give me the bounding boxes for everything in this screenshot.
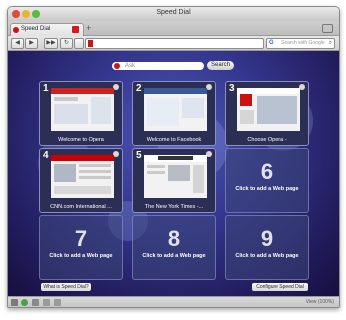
tile-label: Welcome to Facebook [146, 137, 202, 143]
unite-icon[interactable] [32, 299, 39, 306]
turbo-icon[interactable] [21, 299, 28, 306]
tile-number: 7 [74, 226, 88, 251]
title-bar: Speed Dial [8, 7, 339, 21]
tile-label: The New York Times -... [144, 204, 204, 210]
home-button[interactable] [74, 38, 84, 49]
search-field[interactable]: G Search with Google ⌕ [266, 38, 335, 49]
window-title: Speed Dial [156, 9, 191, 16]
speed-dial-tile-2[interactable]: 2 Welcome to Facebook [132, 81, 216, 146]
browser-window: Speed Dial Speed Dial + ◀ ▶ ▶▶ ↻ G Searc… [7, 6, 340, 308]
panel-toggle-icon[interactable] [11, 299, 18, 306]
page-icon [88, 40, 93, 47]
tile-label: Click to add a Web page [235, 253, 299, 259]
settings-icon[interactable] [54, 299, 61, 306]
tab-menu-icon[interactable] [322, 24, 333, 33]
tab-bar: Speed Dial + [8, 21, 339, 36]
configure-speed-dial-button[interactable]: Configure Speed Dial [252, 283, 308, 291]
tab-speed-dial[interactable]: Speed Dial [10, 23, 84, 36]
tab-label: Speed Dial [21, 26, 51, 32]
tile-label: Click to add a Web page [235, 186, 299, 192]
opera-icon [13, 27, 19, 33]
back-button[interactable]: ◀ [11, 38, 24, 49]
tile-number: 8 [167, 226, 181, 251]
tile-label: Welcome to Opera [58, 137, 104, 143]
ask-search-input[interactable]: Ask [112, 62, 204, 70]
tile-label: CNN.com International ... [50, 204, 112, 210]
speed-dial-tile-3[interactable]: 3 Choose Opera - [225, 81, 309, 146]
speed-dial-tile-4[interactable]: 4 CNN.com International ... [39, 148, 123, 213]
search-icon[interactable]: ⌕ [329, 39, 332, 48]
tile-number: 3 [229, 83, 235, 94]
reload-button[interactable]: ↻ [60, 38, 73, 49]
status-bar: View (100%) [8, 296, 339, 307]
speed-dial-tile-6[interactable]: 6 Click to add a Web page [225, 148, 309, 213]
tile-number: 6 [260, 159, 274, 184]
tile-number: 1 [43, 83, 49, 94]
speed-dial-tile-5[interactable]: 5 The New York Times -... [132, 148, 216, 213]
search-button[interactable]: Search [207, 61, 234, 70]
what-is-speed-dial-button[interactable]: What is Speed Dial? [41, 283, 91, 291]
page-thumbnail [144, 155, 207, 198]
google-icon[interactable]: G [269, 39, 274, 48]
images-icon[interactable] [43, 299, 50, 306]
speed-dial-tile-7[interactable]: 7 Click to add a Web page [39, 215, 123, 280]
page-thumbnail [51, 155, 114, 198]
speed-dial-page: Ask Search 1 Welcome to Opera 2 Welcome … [8, 51, 339, 296]
tile-label: Click to add a Web page [142, 253, 206, 259]
address-field[interactable] [85, 38, 264, 49]
fast-forward-button[interactable]: ▶▶ [44, 38, 58, 49]
page-thumbnail [237, 88, 300, 131]
page-thumbnail [144, 88, 207, 131]
tile-number: 9 [260, 226, 274, 251]
ask-icon [114, 63, 120, 69]
speed-dial-tile-9[interactable]: 9 Click to add a Web page [225, 215, 309, 280]
speed-dial-tile-8[interactable]: 8 Click to add a Web page [132, 215, 216, 280]
navigation-toolbar: ◀ ▶ ▶▶ ↻ G Search with Google ⌕ [8, 36, 339, 51]
search-placeholder: Search with Google [281, 40, 325, 46]
tile-label: Click to add a Web page [49, 253, 113, 259]
ask-placeholder: Ask [125, 63, 136, 69]
new-tab-button[interactable]: + [86, 23, 91, 33]
tile-number: 4 [43, 150, 49, 161]
forward-button[interactable]: ▶ [25, 38, 38, 49]
tab-close-icon[interactable] [72, 26, 79, 33]
zoom-level[interactable]: View (100%) [306, 298, 334, 307]
tile-label: Choose Opera - [247, 137, 287, 143]
tile-number: 5 [136, 150, 142, 161]
tile-number: 2 [136, 83, 142, 94]
page-thumbnail [51, 88, 114, 131]
speed-dial-tile-1[interactable]: 1 Welcome to Opera [39, 81, 123, 146]
